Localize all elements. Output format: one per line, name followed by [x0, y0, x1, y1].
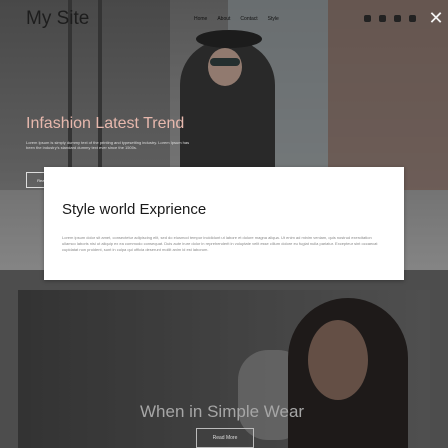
lower-heading: When in Simple Wear	[140, 402, 305, 421]
modal-title: Style world Exprience	[62, 201, 207, 218]
social-links	[364, 15, 416, 22]
popup-modal: Style world Exprience Lorem ipsum dolor …	[44, 167, 404, 280]
hero-heading: Infashion Latest Trend	[26, 115, 185, 132]
instagram-icon[interactable]	[379, 15, 386, 22]
site-title[interactable]: My Site	[26, 8, 89, 30]
main-nav: Home About Contact Style	[194, 16, 279, 22]
lower-read-more-button[interactable]: Read More	[196, 428, 254, 448]
nav-about[interactable]: About	[217, 16, 230, 22]
facebook-icon[interactable]	[364, 15, 371, 22]
close-icon[interactable]: ✕	[428, 9, 444, 27]
nav-contact[interactable]: Contact	[240, 16, 257, 22]
modal-body: Lorem ipsum dolor sit amet, consectetur …	[62, 235, 378, 252]
pinterest-icon[interactable]	[394, 15, 401, 22]
twitter-icon[interactable]	[409, 15, 416, 22]
nav-home[interactable]: Home	[194, 16, 207, 22]
hero-subtext: Lorem Ipsum is simply dummy text of the …	[26, 140, 190, 150]
lower-photo	[18, 290, 430, 448]
lower-photo-overlay	[18, 290, 430, 448]
nav-style[interactable]: Style	[268, 16, 279, 22]
